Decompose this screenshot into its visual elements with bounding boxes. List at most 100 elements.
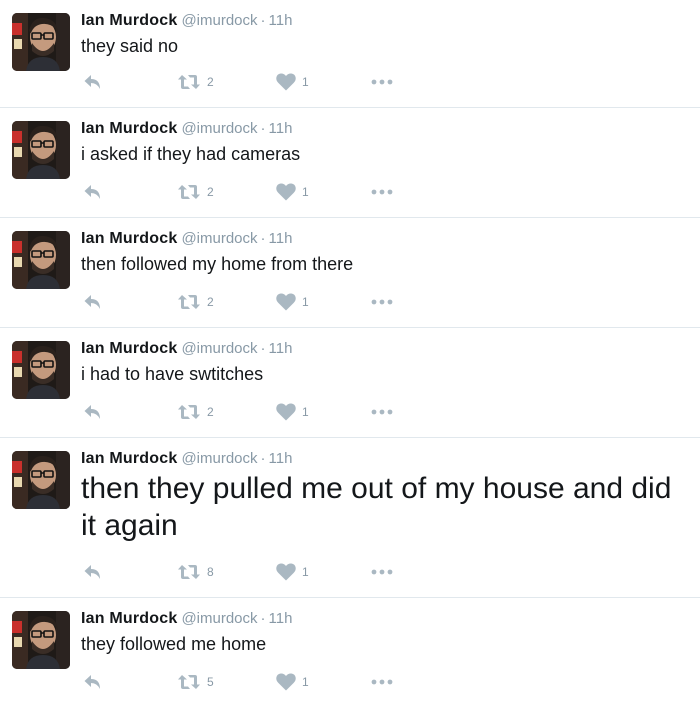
more-button[interactable] [371,671,393,693]
user-handle[interactable]: @imurdock [181,12,257,29]
separator-dot: · [260,230,266,247]
retweet-count: 5 [207,675,214,689]
timestamp[interactable]: 11h [269,340,293,357]
like-count: 1 [302,565,309,579]
retweet-button[interactable]: 2 [177,71,214,93]
tweet-header: Ian Murdock @imurdock · 11h [81,229,292,249]
more-dots-icon [371,569,393,575]
tweet[interactable]: Ian Murdock @imurdock · 11h then they pulle… [0,438,700,598]
reply-button[interactable] [83,561,103,583]
tweet-actions: 2 1 [81,401,481,423]
reply-arrow-icon [83,182,103,202]
like-button[interactable]: 1 [276,561,309,583]
retweet-button[interactable]: 2 [177,181,214,203]
more-dots-icon [371,189,393,195]
avatar[interactable] [12,231,70,289]
retweet-icon [177,182,201,202]
heart-icon [276,673,296,691]
like-button[interactable]: 1 [276,401,309,423]
more-dots-icon [371,679,393,685]
user-handle[interactable]: @imurdock [181,340,257,357]
retweet-count: 2 [207,75,214,89]
tweet-text: they followed me home [81,634,267,654]
retweet-icon [177,292,201,312]
reply-arrow-icon [83,292,103,312]
reply-arrow-icon [83,402,103,422]
avatar[interactable] [12,13,70,71]
retweet-count: 2 [207,405,214,419]
retweet-icon [177,562,201,582]
retweet-button[interactable]: 2 [177,401,214,423]
timestamp[interactable]: 11h [269,120,293,137]
retweet-button[interactable]: 8 [177,561,214,583]
tweet-actions: 5 1 [81,671,481,693]
more-button[interactable] [371,561,393,583]
user-name[interactable]: Ian Murdock [81,120,177,137]
tweet-actions: 2 1 [81,291,481,313]
retweet-button[interactable]: 2 [177,291,214,313]
user-name[interactable]: Ian Murdock [81,610,177,627]
tweet-header: Ian Murdock @imurdock · 11h [81,609,292,629]
more-button[interactable] [371,181,393,203]
more-button[interactable] [371,291,393,313]
tweet-text: i asked if they had cameras [81,144,301,164]
separator-dot: · [260,450,266,467]
reply-arrow-icon [83,672,103,692]
retweet-count: 2 [207,295,214,309]
tweet-header: Ian Murdock @imurdock · 11h [81,339,292,359]
like-button[interactable]: 1 [276,291,309,313]
heart-icon [276,563,296,581]
like-button[interactable]: 1 [276,181,309,203]
user-name[interactable]: Ian Murdock [81,340,177,357]
tweet[interactable]: Ian Murdock @imurdock · 11h they followed m… [0,598,700,707]
user-handle[interactable]: @imurdock [181,120,257,137]
avatar[interactable] [12,341,70,399]
reply-button[interactable] [83,71,103,93]
retweet-icon [177,402,201,422]
reply-button[interactable] [83,181,103,203]
avatar[interactable] [12,451,70,509]
heart-icon [276,183,296,201]
user-name[interactable]: Ian Murdock [81,12,177,29]
avatar[interactable] [12,121,70,179]
tweet-actions: 2 1 [81,181,481,203]
retweet-icon [177,72,201,92]
reply-button[interactable] [83,291,103,313]
like-button[interactable]: 1 [276,671,309,693]
tweet-text: i had to have swtitches [81,364,264,384]
separator-dot: · [260,120,266,137]
like-count: 1 [302,75,309,89]
more-dots-icon [371,299,393,305]
tweet-header: Ian Murdock @imurdock · 11h [81,119,292,139]
user-name[interactable]: Ian Murdock [81,450,177,467]
tweet-actions: 8 1 [81,561,481,583]
tweet[interactable]: Ian Murdock @imurdock · 11h then followed m… [0,218,700,328]
avatar[interactable] [12,611,70,669]
more-button[interactable] [371,71,393,93]
retweet-count: 2 [207,185,214,199]
timestamp[interactable]: 11h [269,610,293,627]
user-handle[interactable]: @imurdock [181,610,257,627]
more-button[interactable] [371,401,393,423]
retweet-icon [177,672,201,692]
timestamp[interactable]: 11h [269,450,293,467]
separator-dot: · [260,340,266,357]
reply-button[interactable] [83,401,103,423]
user-handle[interactable]: @imurdock [181,230,257,247]
like-button[interactable]: 1 [276,71,309,93]
reply-button[interactable] [83,671,103,693]
tweet-header: Ian Murdock @imurdock · 11h [81,11,292,31]
retweet-button[interactable]: 5 [177,671,214,693]
tweet-text: they said no [81,36,179,56]
timestamp[interactable]: 11h [269,12,293,29]
tweet[interactable]: Ian Murdock @imurdock · 11h i had to have s… [0,328,700,438]
tweet-text: then followed my home from there [81,254,354,274]
more-dots-icon [371,409,393,415]
tweet[interactable]: Ian Murdock @imurdock · 11h they said no 2 … [0,0,700,108]
separator-dot: · [260,12,266,29]
user-name[interactable]: Ian Murdock [81,230,177,247]
timestamp[interactable]: 11h [269,230,293,247]
heart-icon [276,73,296,91]
tweet[interactable]: Ian Murdock @imurdock · 11h i asked if they… [0,108,700,218]
user-handle[interactable]: @imurdock [181,450,257,467]
